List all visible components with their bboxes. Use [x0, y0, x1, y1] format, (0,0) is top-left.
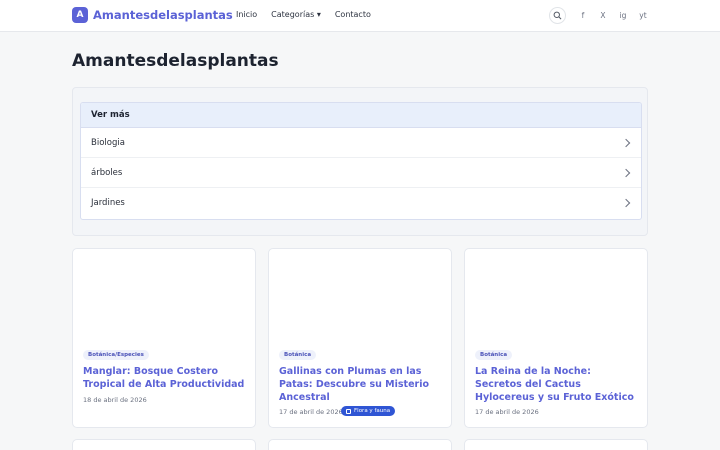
article-card-next[interactable] — [72, 439, 256, 450]
more-panel: Ver más Biologia árboles Jardines — [72, 87, 648, 236]
chevron-right-icon — [621, 198, 631, 208]
brand-logo-link[interactable]: A Amantesdelasplantas — [72, 7, 233, 23]
article-title[interactable]: Gallinas con Plumas en las Patas: Descub… — [279, 365, 444, 404]
brand-name: Amantesdelasplantas — [93, 8, 233, 22]
accordion-item-label: árboles — [91, 167, 123, 178]
search-button[interactable] — [549, 7, 566, 24]
article-title[interactable]: La Reina de la Noche: Secretos del Cactu… — [475, 365, 640, 404]
facebook-icon[interactable]: f — [573, 11, 593, 20]
chevron-right-icon — [621, 168, 631, 177]
article-date: 17 de abril de 2026 — [475, 408, 539, 416]
x-twitter-icon[interactable]: X — [593, 11, 613, 20]
brand-badge: A — [72, 7, 88, 23]
main-nav: Inicio Categorías ▾ Contacto — [236, 10, 385, 19]
category-icon — [346, 408, 351, 414]
accordion-item-label: Biologia — [91, 137, 125, 148]
top-navbar: A Amantesdelasplantas Inicio Categorías … — [0, 0, 720, 32]
instagram-icon[interactable]: ig — [613, 11, 633, 20]
article-card[interactable]: Botánica La Reina de la Noche: Secretos … — [464, 248, 648, 428]
nav-item-inicio[interactable]: Inicio — [236, 10, 257, 19]
nav-item-categorias[interactable]: Categorías ▾ — [271, 10, 321, 19]
accordion-item-arboles[interactable]: árboles — [81, 158, 641, 188]
header-tools: f X ig yt — [549, 7, 653, 24]
nav-item-contacto[interactable]: Contacto — [335, 10, 371, 19]
flora-fauna-badge[interactable]: Flora y fauna — [341, 406, 396, 416]
accordion-item-biologia[interactable]: Biologia — [81, 128, 641, 158]
article-date: 18 de abril de 2026 — [83, 396, 147, 404]
article-title[interactable]: Manglar: Bosque Costero Tropical de Alta… — [83, 365, 248, 391]
badge-label: Flora y fauna — [354, 408, 391, 414]
accordion-item-label: Jardines — [91, 198, 125, 208]
category-tag[interactable]: Botánica — [279, 350, 317, 360]
article-card-next[interactable] — [464, 439, 648, 450]
category-tag[interactable]: Botánica — [475, 350, 513, 360]
page-title: Amantesdelasplantas — [72, 51, 279, 71]
accordion-header: Ver más — [81, 103, 641, 128]
article-card[interactable]: Botánica/Especies Manglar: Bosque Coster… — [72, 248, 256, 428]
article-card[interactable]: Botánica Gallinas con Plumas en las Pata… — [268, 248, 452, 428]
chevron-right-icon — [621, 138, 631, 147]
category-tag[interactable]: Botánica/Especies — [83, 350, 149, 360]
youtube-icon[interactable]: yt — [633, 11, 653, 20]
article-date: 17 de abril de 2026 — [279, 408, 343, 416]
accordion-item-jardines[interactable]: Jardines — [81, 188, 641, 218]
more-accordion: Ver más Biologia árboles Jardines — [80, 102, 642, 220]
article-card-next[interactable] — [268, 439, 452, 450]
search-icon — [553, 11, 562, 20]
